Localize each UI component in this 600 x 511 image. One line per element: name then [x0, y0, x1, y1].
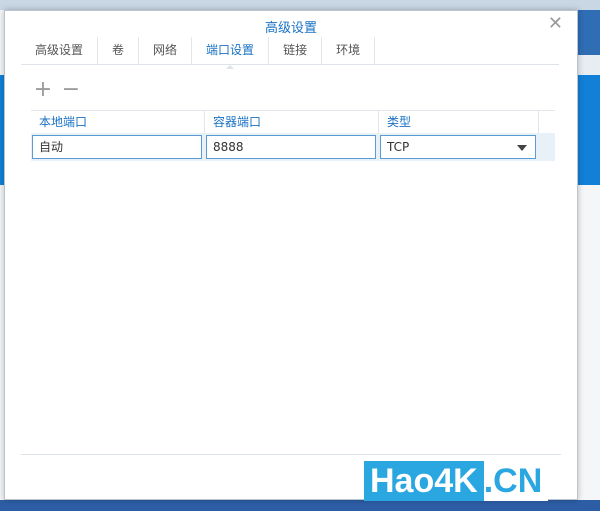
watermark: Hao4K .CN: [364, 461, 549, 501]
remove-icon[interactable]: −: [61, 79, 81, 101]
tab-environment[interactable]: 环境: [322, 37, 376, 64]
toolbar: + −: [33, 79, 81, 101]
column-type: 类型: [379, 111, 539, 133]
chevron-down-icon: [517, 145, 527, 151]
type-value: TCP: [387, 140, 410, 154]
footer-divider: [21, 454, 561, 455]
tab-volume[interactable]: 卷: [98, 37, 140, 64]
background-bar: [0, 0, 600, 10]
column-local-port: 本地端口: [31, 111, 205, 133]
dialog-title: 高级设置: [264, 21, 317, 36]
watermark-text: Hao4K: [364, 461, 484, 501]
tab-links[interactable]: 链接: [269, 37, 323, 64]
table-header: 本地端口 容器端口 类型: [31, 111, 555, 133]
type-select[interactable]: TCP: [380, 135, 536, 159]
background-taskbar: [0, 500, 600, 511]
watermark-suffix: .CN: [483, 461, 549, 501]
container-port-input[interactable]: 8888: [206, 135, 376, 159]
close-icon[interactable]: ✕: [548, 13, 563, 34]
tab-port-settings[interactable]: 端口设置: [192, 37, 270, 69]
local-port-input[interactable]: 自动: [32, 135, 202, 159]
column-container-port: 容器端口: [205, 111, 379, 133]
add-icon[interactable]: +: [33, 79, 53, 101]
background-panel: [578, 10, 600, 55]
port-table: 本地端口 容器端口 类型 自动 8888 TCP: [31, 110, 555, 161]
tab-bar: 高级设置 卷 网络 端口设置 链接 环境: [21, 37, 559, 69]
background-panel: [578, 55, 600, 75]
advanced-settings-dialog: 高级设置 ✕ 高级设置 卷 网络 端口设置 链接 环境 + − 本地端口 容器端…: [4, 10, 578, 500]
tab-network[interactable]: 网络: [139, 37, 193, 64]
table-row: 自动 8888 TCP: [31, 133, 555, 161]
tab-advanced[interactable]: 高级设置: [21, 37, 99, 64]
